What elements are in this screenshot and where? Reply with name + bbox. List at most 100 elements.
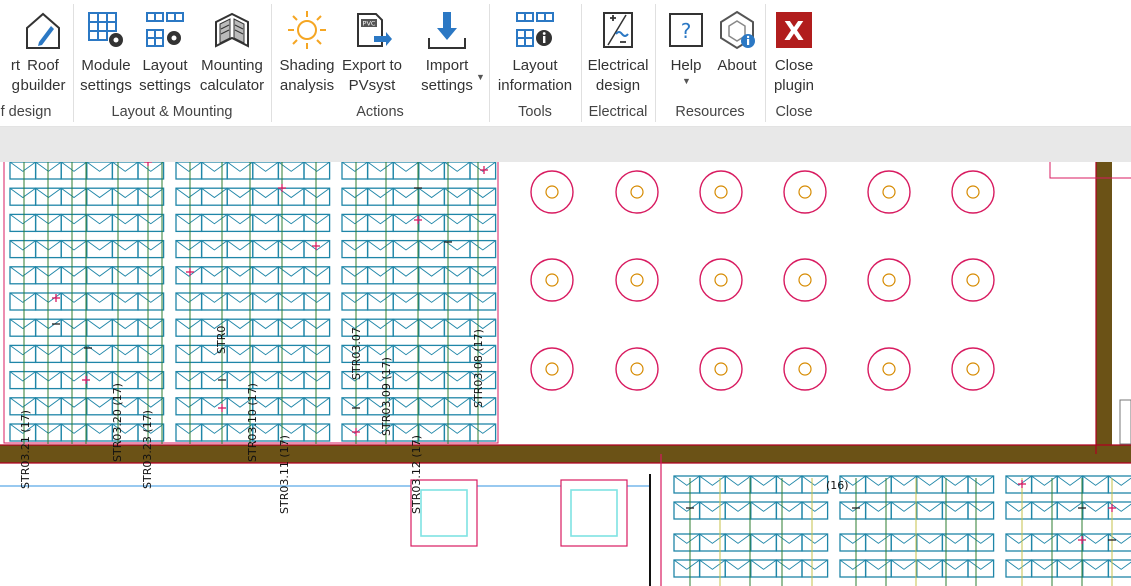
electrical-design-button[interactable]: Electrical design	[584, 4, 652, 100]
shading-analysis-button[interactable]: Shading analysis	[274, 4, 340, 100]
pv-module-mark	[226, 240, 254, 251]
pv-module-mark	[1005, 533, 1032, 544]
pv-module-mark	[839, 501, 866, 512]
pv-module-mark	[86, 345, 113, 356]
layout-information-label-1: Layout	[512, 57, 558, 74]
pv-module-mark	[303, 423, 330, 434]
pv-module-mark	[175, 371, 202, 382]
pv-module-mark	[252, 292, 279, 303]
pv-module-mark	[137, 266, 164, 277]
mounting-circle	[951, 347, 995, 391]
mounting-circle	[783, 347, 827, 391]
pv-module-mark	[699, 559, 726, 570]
pv-module-mark	[175, 240, 202, 251]
pv-module-mark	[1082, 475, 1109, 486]
pv-module-mark	[60, 187, 88, 199]
pv-module-mark	[699, 533, 726, 544]
mounting-circle-center	[630, 273, 644, 287]
pv-module-mark	[1056, 501, 1084, 512]
drawing-canvas[interactable]: STR03.21 (17) STR03.20 (17) STR03.23 (17…	[0, 162, 1131, 586]
pv-module-mark	[865, 501, 892, 512]
pv-module-mark	[392, 371, 420, 382]
pv-module-mark	[750, 533, 777, 544]
pv-module-mark	[750, 501, 777, 512]
import-settings-button[interactable]: Import settings ▼	[410, 4, 485, 100]
pv-module-mark	[252, 345, 279, 356]
pv-module-mark	[112, 214, 139, 225]
pv-module-mark	[137, 240, 164, 251]
mounting-circle	[951, 170, 995, 214]
pv-module-mark	[967, 533, 994, 544]
pv-module-mark	[673, 533, 700, 544]
pv-module-mark	[1031, 475, 1058, 486]
pv-module-mark	[776, 533, 803, 544]
pv-module-mark	[724, 533, 752, 544]
pv-module-mark	[60, 423, 88, 434]
layout-settings-button[interactable]: Layout settings	[136, 4, 194, 100]
mounting-circle	[867, 258, 911, 302]
pv-module-mark	[673, 559, 700, 570]
pv-module-mark	[341, 397, 368, 408]
electrical-design-icon	[603, 12, 633, 48]
mounting-calculator-button[interactable]: Mounting calculator	[196, 4, 268, 100]
pv-module-mark	[1005, 501, 1032, 512]
pv-module-mark	[226, 266, 254, 277]
mounting-calculator-label-2: calculator	[199, 77, 265, 94]
pv-module-mark	[137, 345, 164, 356]
pv-module-mark	[137, 292, 164, 303]
pv-module-mark	[252, 318, 279, 330]
count-label: (16)	[826, 479, 849, 492]
pv-module-mark	[916, 475, 943, 486]
pv-module-mark	[801, 475, 828, 486]
pv-module-mark	[1031, 559, 1058, 570]
string-label: STR03.09 (17)	[380, 357, 393, 436]
pv-module-mark	[967, 559, 994, 570]
mounting-circle	[783, 170, 827, 214]
pv-module-mark	[201, 162, 228, 172]
group-label-close: Close	[775, 104, 813, 120]
pv-module-mark	[86, 214, 113, 225]
pv-module-mark	[60, 318, 88, 330]
mounting-circle-center	[966, 273, 980, 287]
pv-module-mark	[341, 292, 368, 303]
module-settings-button[interactable]: Module settings	[78, 4, 134, 100]
mounting-circle-center	[630, 362, 644, 376]
import-settings-label-2: settings	[421, 77, 473, 94]
pv-module-mark	[890, 533, 918, 544]
group-roof-design: rt g Roof builder f design	[0, 0, 74, 126]
roof-builder-label-2: builder	[20, 77, 66, 94]
pv-module-mark	[801, 501, 828, 512]
import-settings-label-1: Import	[425, 57, 469, 74]
pv-module-mark	[967, 475, 994, 486]
mounting-circle-center	[545, 273, 559, 287]
help-button[interactable]: ? Help ▼	[662, 4, 710, 100]
pv-module-mark	[392, 240, 420, 251]
pv-module-mark	[341, 162, 368, 172]
string-label: STR03.11 (17)	[278, 435, 291, 514]
small-rect	[1119, 399, 1131, 445]
pv-module-mark	[418, 397, 445, 408]
vertical-beam	[1096, 162, 1112, 454]
close-icon: X	[776, 12, 812, 48]
about-button[interactable]: About	[712, 4, 762, 100]
close-plugin-button[interactable]: X Close plugin	[768, 4, 820, 100]
group-close: X Close plugin Close	[766, 0, 822, 126]
mounting-circle-center	[966, 185, 980, 199]
cad-drawing[interactable]: STR03.21 (17) STR03.20 (17) STR03.23 (17…	[0, 162, 1131, 586]
pv-module-mark	[367, 240, 394, 251]
pv-module-mark	[9, 397, 36, 408]
layout-information-button[interactable]: Layout information	[492, 4, 578, 100]
pv-module-mark	[916, 533, 943, 544]
pv-module-mark	[839, 533, 866, 544]
electrical-design-label-2: design	[595, 77, 641, 94]
export-pvsyst-button[interactable]: PVC Export to PVsyst	[340, 4, 404, 100]
pv-module-mark	[60, 292, 88, 303]
pv-module-mark	[226, 371, 254, 382]
pv-module-mark	[112, 292, 139, 303]
pv-module-mark	[418, 371, 445, 382]
pv-module-mark	[418, 187, 445, 199]
roof-builder-button[interactable]: Roof builder	[14, 4, 72, 100]
pv-module-mark	[341, 187, 368, 199]
pv-module-mark	[60, 397, 88, 408]
mounting-circle	[951, 258, 995, 302]
